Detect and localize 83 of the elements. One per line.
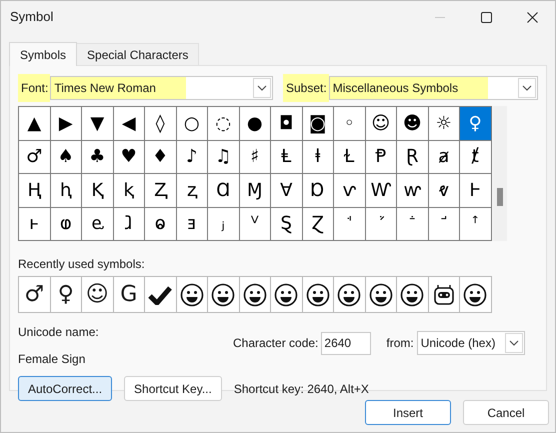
symbol-cell[interactable]: ♪ [176,140,208,174]
symbol-cell[interactable]: Ɀ [302,208,334,241]
symbol-cell[interactable]: ♦ [145,140,176,174]
symbol-cell[interactable]: ▼ [82,107,114,140]
symbol-cell[interactable]: Ɐ [271,174,302,208]
dialog-button[interactable]: Shortcut Key... [124,376,222,401]
symbol-cell[interactable]: Ⱬ [145,174,176,208]
symbol-cell[interactable]: Ⱨ [19,174,50,208]
symbol-cell[interactable]: ⱪ [114,174,145,208]
symbol-cell[interactable]: ♯ [240,140,271,174]
symbol-cell[interactable]: ⱹ [114,208,145,241]
symbol-cell[interactable]: ☺ [366,107,397,140]
symbol-cell[interactable]: Ɽ [397,140,428,174]
symbol-cell[interactable]: ⱡ [302,140,334,174]
symbol-cell[interactable]: ☼ [428,107,460,140]
symbol-cell[interactable]: ● [240,107,271,140]
symbol-cell[interactable]: ♫ [208,140,240,174]
symbol-cell[interactable]: ◊ [145,107,176,140]
symbol-cell[interactable]: ♀ [460,107,492,140]
symbol-cell[interactable]: ꜙ [397,208,428,241]
section-label: Recently used symbols: [18,256,146,273]
symbol-cell[interactable]: ▲ [19,107,50,140]
symbol-cell[interactable]: ⱺ [145,208,176,241]
unicode-name-value: Female Sign [18,351,86,368]
field-label: from: [386,335,414,352]
symbol-cell[interactable]: ⱥ [428,140,460,174]
symbol-cell[interactable]: Ⱶ [460,174,492,208]
symbol-cell[interactable]: Ɒ [302,174,334,208]
dropdown-field[interactable]: Unicode (hex) [416,331,525,355]
symbol-cell[interactable]: ♠ [50,140,82,174]
dropdown-field[interactable]: Miscellaneous Symbols [328,76,538,100]
symbol-cell[interactable]: Ᵽ [366,140,397,174]
dialog-button[interactable]: AutoCorrect... [18,376,112,401]
symbol-cell[interactable]: Ⱪ [82,174,114,208]
symbol-cell[interactable]: ⱬ [176,174,208,208]
field-label: Subset: [283,74,329,102]
recent-symbol-cell[interactable]: G [114,277,145,313]
symbol-cell[interactable]: ◙ [302,107,334,140]
symbol-cell[interactable]: Ⱡ [271,140,302,174]
symbol-cell[interactable]: ⱳ [397,174,428,208]
symbol-cell[interactable]: Ɱ [240,174,271,208]
symbol-cell[interactable]: ▶ [50,107,82,140]
field-label: Font: [18,74,50,102]
recent-symbol-cell[interactable]: ♂ [19,277,50,313]
symbol-cell[interactable]: ☻ [397,107,428,140]
symbol-cell[interactable]: Ȿ [271,208,302,241]
symbol-cell[interactable]: ꜘ [366,208,397,241]
dialog-button[interactable]: Cancel [463,400,549,425]
symbol-cell[interactable]: ꜚ [428,208,460,241]
symbol-cell[interactable]: ♂ [19,140,50,174]
symbol-cell[interactable]: ◌ [208,107,240,140]
field-label: Character code: [233,335,318,352]
symbol-cell[interactable]: ♣ [82,140,114,174]
dialog-button[interactable]: Insert [365,400,451,425]
symbol-cell[interactable]: ⱼ [208,208,240,241]
symbol-cell[interactable]: ⱷ [50,208,82,241]
symbol-cell[interactable]: ⱨ [50,174,82,208]
symbol-cell[interactable]: ♥ [114,140,145,174]
symbol-cell[interactable]: ⱴ [428,174,460,208]
symbol-cell[interactable]: ⱽ [240,208,271,241]
symbol-cell[interactable]: ꜗ [334,208,366,241]
symbol-cell[interactable]: ⱱ [334,174,366,208]
symbol-cell[interactable]: Ɫ [334,140,366,174]
symbol-cell[interactable]: ⱻ [176,208,208,241]
window-title: Symbol [10,8,54,26]
symbol-cell[interactable]: ⱦ [460,140,492,174]
unicode-name-label: Unicode name: [18,324,100,341]
recent-symbol-cell[interactable]: ☺ [82,277,114,313]
dropdown-field[interactable]: Times New Roman [50,76,273,100]
symbol-cell[interactable]: Ɑ [208,174,240,208]
tab[interactable]: Symbols [9,42,78,66]
shortcut-key-text: Shortcut key: 2640, Alt+X [234,380,369,398]
symbol-cell[interactable]: ◘ [271,107,302,140]
character-code-field[interactable]: 2640 [321,332,372,354]
recent-symbol-cell[interactable]: ♀ [50,277,82,313]
symbol-cell[interactable]: ⱶ [19,208,50,241]
symbol-cell[interactable]: ◀ [114,107,145,140]
symbol-cell[interactable]: ○ [176,107,208,140]
symbol-cell[interactable]: Ⱳ [366,174,397,208]
symbol-cell[interactable]: ◦ [334,107,366,140]
symbol-cell[interactable]: ⱸ [82,208,114,241]
tab[interactable]: Special Characters [77,43,200,65]
symbol-cell[interactable]: ꜛ [460,208,492,241]
